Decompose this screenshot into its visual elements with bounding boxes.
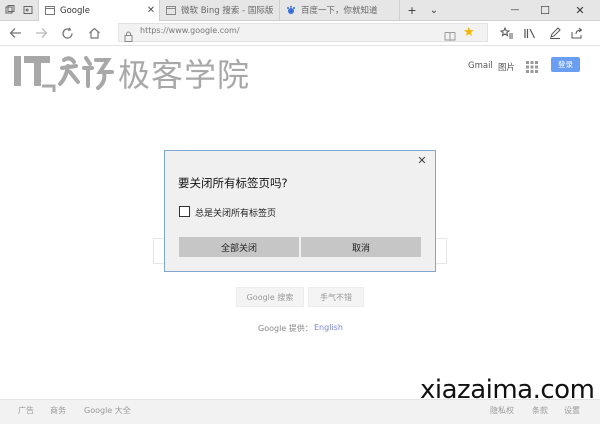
logo-text: 极客学院 bbox=[118, 56, 251, 94]
forward-icon[interactable] bbox=[30, 21, 52, 45]
maximize-button[interactable]: ☐ bbox=[530, 0, 560, 20]
footer-ads-link[interactable]: 广告 bbox=[18, 405, 34, 416]
close-window-button[interactable]: ✕ bbox=[565, 0, 595, 20]
offered-in-label: Google 提供： bbox=[258, 324, 313, 333]
web-note-icon[interactable] bbox=[544, 21, 566, 45]
page-icon bbox=[45, 6, 55, 16]
footer-about-link[interactable]: Google 大全 bbox=[84, 405, 131, 416]
checkbox-label[interactable]: 总是关闭所有标签页 bbox=[195, 206, 276, 219]
close-tab-icon[interactable]: ✕ bbox=[143, 5, 159, 16]
site-watermark: xiazaima.com bbox=[420, 375, 595, 405]
footer-terms-link[interactable]: 条款 bbox=[532, 405, 548, 416]
refresh-icon[interactable] bbox=[56, 21, 78, 45]
tab-preview-icon[interactable] bbox=[0, 0, 20, 20]
new-tab-button[interactable]: + bbox=[400, 0, 424, 20]
reading-view-icon[interactable] bbox=[444, 27, 456, 46]
language-link[interactable]: English bbox=[314, 323, 343, 332]
tab-google[interactable]: Google ✕ bbox=[38, 0, 160, 21]
address-url: https://www.google.com/ bbox=[140, 26, 240, 35]
favorite-star-icon[interactable]: ★ bbox=[463, 25, 475, 40]
images-link[interactable]: 图片 bbox=[498, 61, 515, 73]
always-close-checkbox[interactable] bbox=[179, 206, 190, 217]
dialog-close-icon[interactable]: ✕ bbox=[414, 153, 430, 167]
home-icon[interactable] bbox=[83, 21, 105, 45]
sign-in-button[interactable]: 登录 bbox=[551, 57, 580, 72]
close-all-button[interactable]: 全部关闭 bbox=[179, 237, 299, 257]
cancel-button[interactable]: 取消 bbox=[301, 237, 421, 257]
google-search-button[interactable]: Google 搜索 bbox=[236, 287, 304, 307]
apps-grid-icon[interactable] bbox=[526, 58, 538, 73]
tab-baidu[interactable]: 百度一下，你就知道 bbox=[280, 0, 400, 20]
favorites-hub-icon[interactable] bbox=[496, 21, 518, 45]
tab-title: Google bbox=[60, 5, 90, 16]
footer-business-link[interactable]: 商务 bbox=[50, 405, 66, 416]
tab-list-button[interactable]: ⌄ bbox=[424, 0, 444, 20]
footer-privacy-link[interactable]: 隐私权 bbox=[490, 405, 514, 416]
tab-bing[interactable]: 微软 Bing 搜索 - 国际版 bbox=[160, 0, 280, 20]
dialog-title: 要关闭所有标签页吗? bbox=[178, 176, 288, 190]
reading-list-icon[interactable] bbox=[519, 21, 541, 45]
page-icon bbox=[166, 5, 176, 15]
baidu-icon bbox=[286, 5, 296, 15]
gmail-link[interactable]: Gmail bbox=[468, 61, 493, 71]
back-icon[interactable] bbox=[4, 21, 26, 45]
feeling-lucky-button[interactable]: 手气不错 bbox=[308, 287, 364, 307]
minimize-button[interactable]: — bbox=[500, 0, 530, 20]
share-icon[interactable] bbox=[566, 21, 588, 45]
tab-title: 微软 Bing 搜索 - 国际版 bbox=[181, 6, 274, 16]
tab-title: 百度一下，你就知道 bbox=[301, 6, 378, 16]
footer-settings-link[interactable]: 设置 bbox=[564, 405, 580, 416]
set-aside-tabs-icon[interactable] bbox=[18, 0, 38, 20]
lock-icon bbox=[124, 27, 133, 46]
